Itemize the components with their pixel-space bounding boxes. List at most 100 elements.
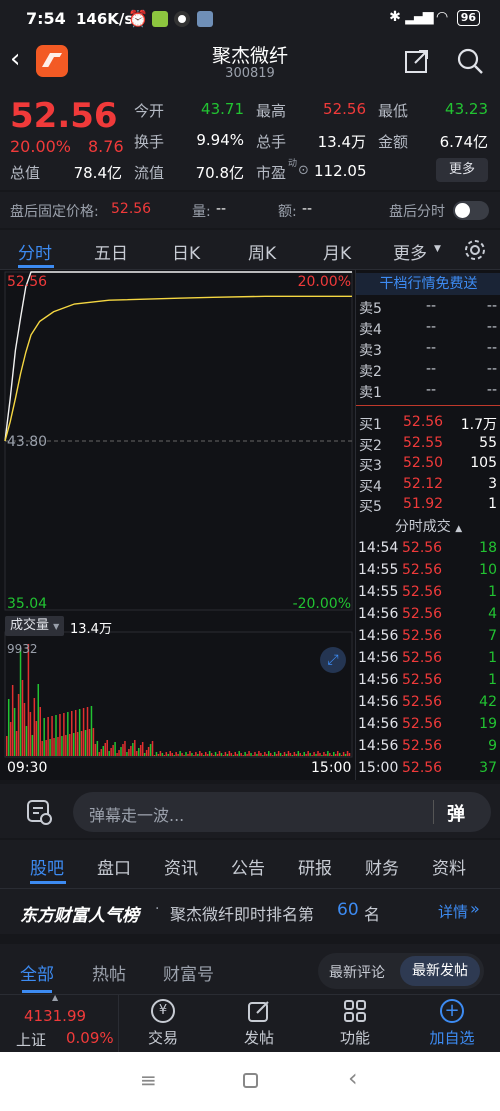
volume-bar	[317, 751, 319, 756]
tab-research[interactable]: 研报	[298, 854, 332, 879]
ticks-header[interactable]: 分时成交 ▲	[356, 516, 500, 536]
level2-banner[interactable]: 干档行情免费送	[356, 273, 500, 295]
volume-bar	[206, 754, 209, 756]
volume-bar	[252, 755, 254, 756]
tab-profile[interactable]: 资料	[432, 854, 466, 879]
volume-bar	[167, 754, 170, 756]
tab-news[interactable]: 资讯	[164, 854, 198, 879]
ask-label: 卖3	[359, 343, 382, 359]
popularity-rank[interactable]: 东方财富人气榜 · 聚杰微纤即时排名第 60 名 详情 »	[0, 888, 500, 934]
tick-price: 52.56	[402, 606, 443, 622]
chart-low-label: 35.04	[7, 596, 48, 612]
nav-add-watchlist[interactable]: + 加自选	[412, 995, 492, 1053]
volume-bar	[295, 754, 298, 756]
signal-icon: ▂▄▆	[405, 9, 433, 25]
index-widget[interactable]: ▲ 4131.99 上证 0.09%	[0, 993, 118, 1053]
tick-volume: 18	[479, 540, 497, 556]
volume-bar	[76, 732, 79, 756]
tab-five-day[interactable]: 五日	[94, 239, 128, 264]
open-value: 43.71	[201, 100, 244, 118]
volume-bar	[72, 733, 75, 756]
tick-row: 14:56 52.56 19	[356, 714, 500, 735]
danmu-toggle-icon[interactable]: 弹	[447, 800, 465, 826]
bid-label: 买1	[359, 417, 382, 433]
menu-icon[interactable]: ≡	[140, 1068, 157, 1092]
tick-row: 14:55 52.56 10	[356, 560, 500, 581]
chart-high-pct: 20.00%	[297, 274, 351, 290]
volume-bar	[130, 746, 132, 756]
volume-bar	[297, 751, 300, 756]
tab-forum[interactable]: 股吧	[30, 854, 64, 879]
sort-latest-post[interactable]: 最新发帖	[400, 956, 480, 986]
search-icon[interactable]	[456, 47, 484, 75]
bid-label: 买2	[359, 437, 382, 454]
feed-tab-wealth[interactable]: 财富号	[163, 960, 214, 985]
back-nav-icon[interactable]: ‹	[348, 1064, 358, 1092]
feed-tab-hot[interactable]: 热帖	[92, 960, 126, 985]
expand-icon[interactable]: ⤢	[320, 647, 346, 673]
volume-bar	[344, 754, 347, 756]
volume-bar	[264, 752, 266, 756]
home-icon[interactable]	[243, 1073, 258, 1088]
volume-bar	[161, 753, 164, 756]
share-icon[interactable]	[404, 48, 430, 74]
sort-latest-comment[interactable]: 最新评论	[329, 962, 385, 982]
volume-bar	[151, 741, 154, 756]
tab-orderbook[interactable]: 盘口	[97, 854, 131, 879]
volume-bar	[29, 712, 32, 756]
book-divider	[356, 405, 500, 406]
nav-post[interactable]: 发帖	[219, 995, 299, 1053]
tab-intraday[interactable]: 分时	[18, 239, 52, 264]
volume-total: 13.4万	[70, 622, 112, 637]
volume-bar	[39, 707, 41, 756]
change-amount: 8.76	[88, 137, 124, 156]
volume-bar	[69, 734, 71, 756]
volume-bar	[248, 751, 250, 756]
more-button[interactable]: 更多	[436, 158, 488, 182]
volume-bar	[208, 751, 211, 756]
volume-bar	[35, 721, 38, 756]
volume-bar	[260, 753, 262, 756]
nav-functions[interactable]: 功能	[315, 995, 395, 1053]
intraday-chart[interactable]: 52.56 20.00% 43.80 35.04 -20.00% 成交量 ▼ 1…	[0, 270, 355, 780]
bid-row: 买3 52.50 105	[356, 453, 500, 474]
volume-bar	[183, 755, 185, 756]
volume-bar	[303, 752, 305, 756]
volume-bar	[342, 752, 345, 756]
ask-row: 卖1 -- --	[356, 380, 500, 401]
volume-bar	[74, 710, 77, 756]
info-icon[interactable]: ⊙	[298, 163, 309, 178]
volume-bar	[254, 752, 256, 756]
nav-trade[interactable]: ¥ 交易	[123, 995, 203, 1053]
average-price-line	[4, 295, 352, 442]
tab-financials[interactable]: 财务	[365, 854, 399, 879]
volume-indicator-select[interactable]: 成交量 ▼	[5, 616, 65, 636]
volume-bar	[333, 752, 335, 756]
tab-more[interactable]: 更多	[393, 239, 427, 264]
tab-announcements[interactable]: 公告	[231, 854, 265, 879]
volume-bar	[65, 735, 67, 756]
tab-daily-k[interactable]: 日K	[172, 239, 200, 264]
volume-bar	[80, 731, 83, 756]
rank-detail-link[interactable]: 详情	[438, 901, 468, 922]
after-hours-toggle[interactable]	[453, 201, 489, 220]
nav-divider	[118, 995, 119, 1053]
feed-tab-all[interactable]: 全部	[20, 960, 54, 985]
danmu-input[interactable]: 弹幕走一波... 弹	[73, 792, 491, 832]
ask-label: 卖5	[359, 301, 382, 317]
volume-bar	[31, 735, 34, 756]
index-up-arrow-icon: ▲	[52, 993, 59, 1002]
volume-bar	[301, 755, 303, 756]
ask-volume: --	[486, 340, 497, 356]
after-hours-volume: --	[216, 201, 227, 217]
after-hours-tick-label: 盘后分时	[389, 204, 445, 220]
tick-row: 14:54 52.56 18	[356, 538, 500, 559]
tab-monthly-k[interactable]: 月K	[323, 239, 351, 264]
volume-bar	[226, 754, 229, 756]
danmu-list-icon[interactable]	[25, 798, 53, 826]
volume-bar	[191, 753, 193, 756]
after-hours-volume-label: 量:	[192, 204, 211, 220]
settings-gear-icon[interactable]	[463, 238, 487, 262]
tab-weekly-k[interactable]: 周K	[248, 239, 276, 264]
nav-add-watchlist-label: 加自选	[429, 1029, 475, 1047]
